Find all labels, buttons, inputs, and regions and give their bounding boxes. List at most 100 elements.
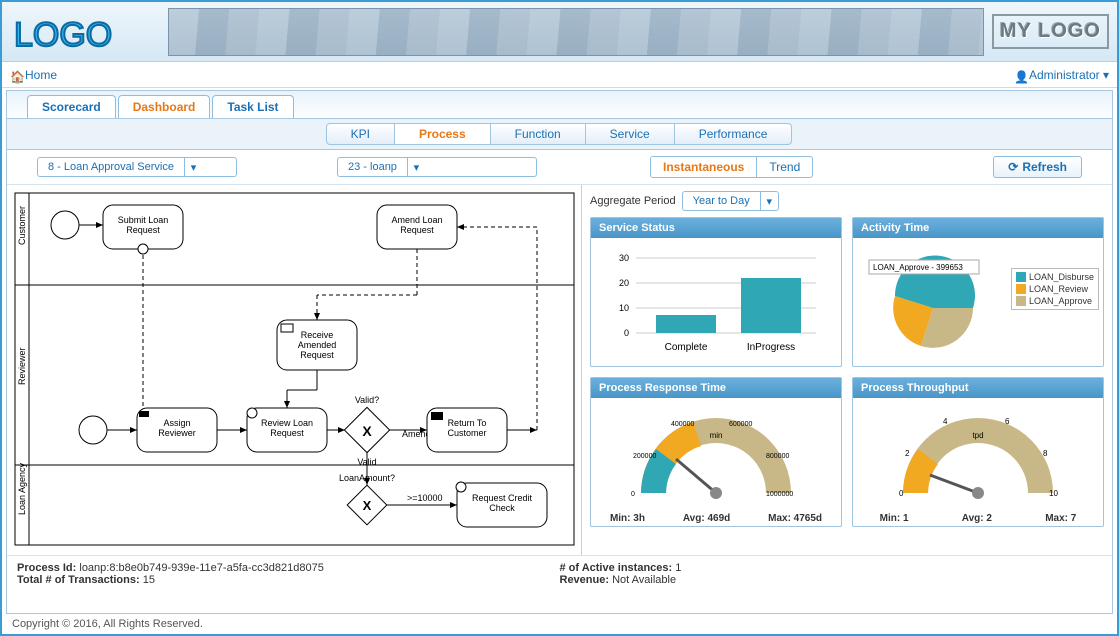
banner-image	[168, 8, 984, 56]
breadcrumb-bar: 🏠Home 👤Administrator ▾	[2, 62, 1117, 88]
svg-text:Submit Loan: Submit Loan	[118, 215, 169, 225]
subtab-function[interactable]: Function	[490, 123, 586, 145]
card-response-time: Process Response Time min	[590, 377, 842, 527]
card-throughput: Process Throughput tpd 0	[852, 377, 1104, 527]
charts-pane: Aggregate Period Year to Day ▾ Service S…	[582, 185, 1112, 555]
svg-text:2: 2	[905, 449, 910, 458]
svg-text:Valid?: Valid?	[355, 395, 379, 405]
home-icon: 🏠	[10, 70, 22, 82]
svg-text:Request: Request	[300, 350, 334, 360]
svg-text:1000000: 1000000	[766, 491, 793, 498]
svg-text:10: 10	[1049, 489, 1058, 498]
logo-left: LOGO	[10, 8, 160, 56]
mode-toggle: Instantaneous Trend	[650, 156, 813, 178]
chevron-down-icon: ▾	[1103, 68, 1109, 82]
svg-text:30: 30	[619, 253, 629, 263]
svg-text:Assign: Assign	[163, 418, 190, 428]
total-tx-value: 15	[143, 574, 155, 586]
revenue-value: Not Available	[612, 574, 676, 586]
svg-text:0: 0	[624, 328, 629, 338]
user-label: Administrator	[1029, 68, 1100, 82]
svg-text:Request: Request	[400, 225, 434, 235]
content-panel: Scorecard Dashboard Task List KPI Proces…	[6, 90, 1113, 614]
svg-text:6: 6	[1005, 417, 1010, 426]
bar-chart: 30 20 10 0 Complete InProgress	[591, 238, 841, 366]
gauge-response: min 0 200000 400000 600000 800000 100000…	[591, 398, 841, 526]
footer: Copyright © 2016, All Rights Reserved.	[6, 616, 1113, 632]
svg-text:Check: Check	[489, 503, 515, 513]
pie-legend: LOAN_Disburse LOAN_Review LOAN_Approve	[1011, 268, 1099, 310]
svg-text:Loan Agency: Loan Agency	[17, 462, 27, 515]
chevron-down-icon: ▾	[760, 192, 778, 210]
svg-text:600000: 600000	[729, 421, 752, 428]
card-activity-time: Activity Time LOAN_Approve - 399653	[852, 217, 1104, 367]
svg-text:8: 8	[1043, 449, 1048, 458]
aggregate-label: Aggregate Period	[590, 195, 676, 207]
svg-text:10: 10	[619, 303, 629, 313]
card-service-status: Service Status 30 20 10 0	[590, 217, 842, 367]
refresh-icon: ⟳	[1008, 160, 1018, 174]
main-row: Customer Reviewer Loan Agency Submit Loa…	[7, 185, 1112, 555]
svg-text:Customer: Customer	[447, 428, 486, 438]
bpmn-diagram[interactable]: Customer Reviewer Loan Agency Submit Loa…	[7, 185, 582, 555]
service-dropdown-value: 8 - Loan Approval Service	[38, 161, 184, 173]
svg-text:200000: 200000	[633, 453, 656, 460]
logo-right: MY LOGO	[992, 14, 1109, 49]
active-instances-label: # of Active instances:	[560, 562, 673, 574]
card-title: Service Status	[591, 218, 841, 238]
svg-text:Amend Loan: Amend Loan	[391, 215, 442, 225]
home-link[interactable]: 🏠Home	[10, 68, 57, 82]
svg-text:LOAN_Approve - 399653: LOAN_Approve - 399653	[873, 263, 963, 272]
home-label: Home	[25, 68, 57, 82]
svg-text:4: 4	[943, 417, 948, 426]
chevron-down-icon: ▾	[407, 158, 425, 176]
svg-text:>=10000: >=10000	[407, 493, 443, 503]
svg-text:400000: 400000	[671, 421, 694, 428]
mode-instantaneous[interactable]: Instantaneous	[651, 157, 756, 177]
user-menu[interactable]: 👤Administrator ▾	[1014, 68, 1109, 82]
tab-dashboard[interactable]: Dashboard	[118, 95, 211, 118]
svg-text:Request Credit: Request Credit	[472, 493, 533, 503]
subtab-performance[interactable]: Performance	[674, 123, 793, 145]
svg-text:InProgress: InProgress	[747, 342, 795, 353]
chevron-down-icon: ▾	[184, 158, 202, 176]
subtab-service[interactable]: Service	[585, 123, 675, 145]
svg-text:Receive: Receive	[301, 330, 334, 340]
subtab-kpi[interactable]: KPI	[326, 123, 395, 145]
svg-text:0: 0	[631, 491, 635, 498]
refresh-button[interactable]: ⟳ Refresh	[993, 156, 1082, 178]
svg-text:tpd: tpd	[972, 431, 983, 440]
main-tabs: Scorecard Dashboard Task List	[7, 91, 1112, 118]
tab-tasklist[interactable]: Task List	[212, 95, 293, 118]
svg-text:Return To: Return To	[448, 418, 487, 428]
aggregate-dropdown[interactable]: Year to Day ▾	[682, 191, 779, 211]
svg-text:20: 20	[619, 278, 629, 288]
subtab-process[interactable]: Process	[394, 123, 491, 145]
svg-text:Customer: Customer	[17, 206, 27, 245]
svg-text:min: min	[710, 431, 723, 440]
svg-text:Reviewer: Reviewer	[158, 428, 196, 438]
process-id-value: loanp:8:b8e0b749-939e-11e7-a5fa-cc3d821d…	[79, 562, 323, 574]
refresh-label: Refresh	[1022, 160, 1067, 174]
mode-trend[interactable]: Trend	[756, 157, 812, 177]
total-tx-label: Total # of Transactions:	[17, 574, 140, 586]
revenue-label: Revenue:	[560, 574, 610, 586]
svg-text:LOGO: LOGO	[14, 16, 112, 54]
pie-chart: LOAN_Approve - 399653 LOAN_Disburse LOAN…	[853, 238, 1103, 366]
aggregate-value: Year to Day	[683, 195, 760, 207]
svg-text:Request: Request	[270, 428, 304, 438]
process-id-label: Process Id:	[17, 562, 76, 574]
card-title: Process Response Time	[591, 378, 841, 398]
active-instances-value: 1	[675, 562, 681, 574]
process-dropdown[interactable]: 23 - loanp ▾	[337, 157, 537, 177]
aggregate-row: Aggregate Period Year to Day ▾	[590, 189, 1104, 217]
tab-scorecard[interactable]: Scorecard	[27, 95, 116, 118]
svg-text:0: 0	[899, 489, 904, 498]
svg-text:Review Loan: Review Loan	[261, 418, 313, 428]
process-dropdown-value: 23 - loanp	[338, 161, 407, 173]
service-dropdown[interactable]: 8 - Loan Approval Service ▾	[37, 157, 237, 177]
sub-tabs: KPI Process Function Service Performance	[7, 118, 1112, 150]
banner: LOGO MY LOGO	[2, 2, 1117, 62]
svg-text:X: X	[363, 498, 372, 513]
svg-text:800000: 800000	[766, 453, 789, 460]
